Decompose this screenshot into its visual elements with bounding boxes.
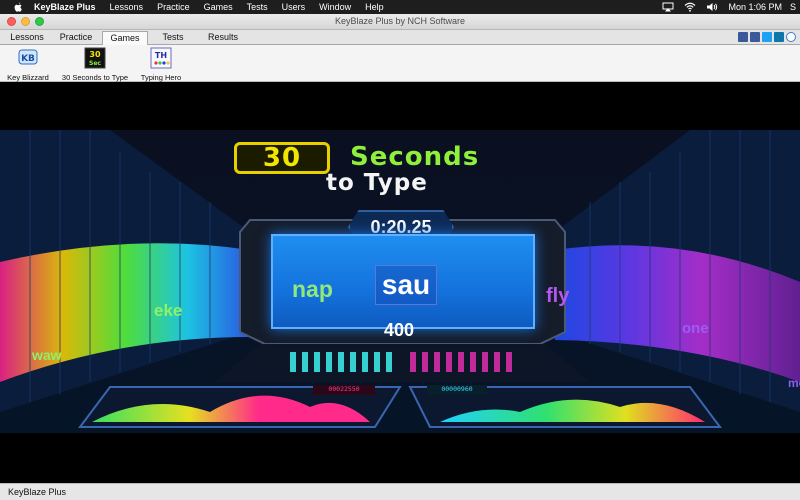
title-number-badge: 30 — [234, 142, 330, 174]
game-title: Seconds — [350, 142, 480, 172]
floating-word: fly — [546, 285, 570, 307]
tab-games[interactable]: Games — [102, 31, 148, 45]
window-title: KeyBlaze Plus by NCH Software — [334, 16, 466, 26]
facebook-icon[interactable] — [750, 32, 760, 42]
floating-word: one — [682, 320, 709, 337]
floating-word: eke — [154, 301, 183, 320]
help-icon[interactable] — [786, 32, 796, 42]
toolbar-label: 30 Seconds to Type — [61, 73, 129, 82]
window-title-bar: KeyBlaze Plus by NCH Software — [0, 14, 800, 30]
menu-window[interactable]: Window — [319, 2, 351, 12]
apple-menu-icon[interactable] — [12, 1, 24, 13]
airplay-icon[interactable] — [662, 2, 674, 12]
like-icon[interactable] — [738, 32, 748, 42]
twitter-icon[interactable] — [762, 32, 772, 42]
previous-word: nap — [292, 276, 333, 302]
menu-help[interactable]: Help — [365, 2, 384, 12]
menu-bar: KeyBlaze Plus Lessons Practice Games Tes… — [0, 0, 800, 14]
menu-clock[interactable]: Mon 1:06 PM — [728, 2, 782, 12]
menu-games[interactable]: Games — [204, 2, 233, 12]
wifi-icon[interactable] — [684, 2, 696, 12]
games-toolbar: KB Key Blizzard 30 Sec 30 Seconds to Typ… — [0, 45, 800, 82]
app-root: KeyBlaze Plus Lessons Practice Games Tes… — [0, 0, 800, 500]
social-links — [738, 32, 796, 42]
volume-icon[interactable] — [706, 2, 718, 12]
svg-text:30: 30 — [89, 50, 101, 59]
toolbar-thirty-seconds[interactable]: 30 Sec 30 Seconds to Type — [58, 47, 132, 82]
toolbar-key-blizzard[interactable]: KB Key Blizzard — [6, 47, 50, 82]
menu-user-initial[interactable]: S — [790, 2, 800, 12]
left-lcd-readout: 00022550 — [328, 385, 360, 393]
floating-word: me — [788, 376, 800, 390]
toolbar-label: Key Blizzard — [7, 73, 49, 82]
menu-app-name[interactable]: KeyBlaze Plus — [34, 2, 96, 12]
tab-tests[interactable]: Tests — [150, 31, 196, 45]
svg-text:TH: TH — [155, 51, 167, 60]
menu-extras: Mon 1:06 PM S — [662, 0, 800, 14]
menu-practice[interactable]: Practice — [157, 2, 190, 12]
tab-results[interactable]: Results — [198, 31, 248, 45]
floating-word: waw — [32, 347, 62, 363]
tab-bar: Lessons Practice Games Tests Results — [0, 30, 800, 45]
thirty-seconds-icon: 30 Sec — [84, 47, 106, 69]
toolbar-typing-hero[interactable]: TH Typing Hero — [138, 47, 184, 82]
svg-text:Sec: Sec — [89, 60, 101, 67]
score-value: 400 — [384, 320, 415, 340]
linkedin-icon[interactable] — [774, 32, 784, 42]
menu-tests[interactable]: Tests — [247, 2, 268, 12]
game-subtitle: to Type — [326, 170, 428, 196]
typing-hero-icon: TH — [150, 47, 172, 69]
right-lcd-readout: 00000960 — [441, 385, 473, 393]
svg-text:KB: KB — [21, 54, 35, 64]
current-word: sau — [375, 265, 437, 305]
status-bar: KeyBlaze Plus — [0, 483, 800, 500]
toolbar-label: Typing Hero — [140, 73, 182, 82]
menu-users[interactable]: Users — [282, 2, 306, 12]
key-blizzard-icon: KB — [17, 47, 39, 69]
tab-practice[interactable]: Practice — [52, 31, 100, 45]
game-canvas[interactable]: 30 Seconds to Type 0:20.25 nap sau 400 w… — [0, 82, 800, 483]
menu-lessons[interactable]: Lessons — [110, 2, 144, 12]
tab-lessons[interactable]: Lessons — [4, 31, 50, 45]
